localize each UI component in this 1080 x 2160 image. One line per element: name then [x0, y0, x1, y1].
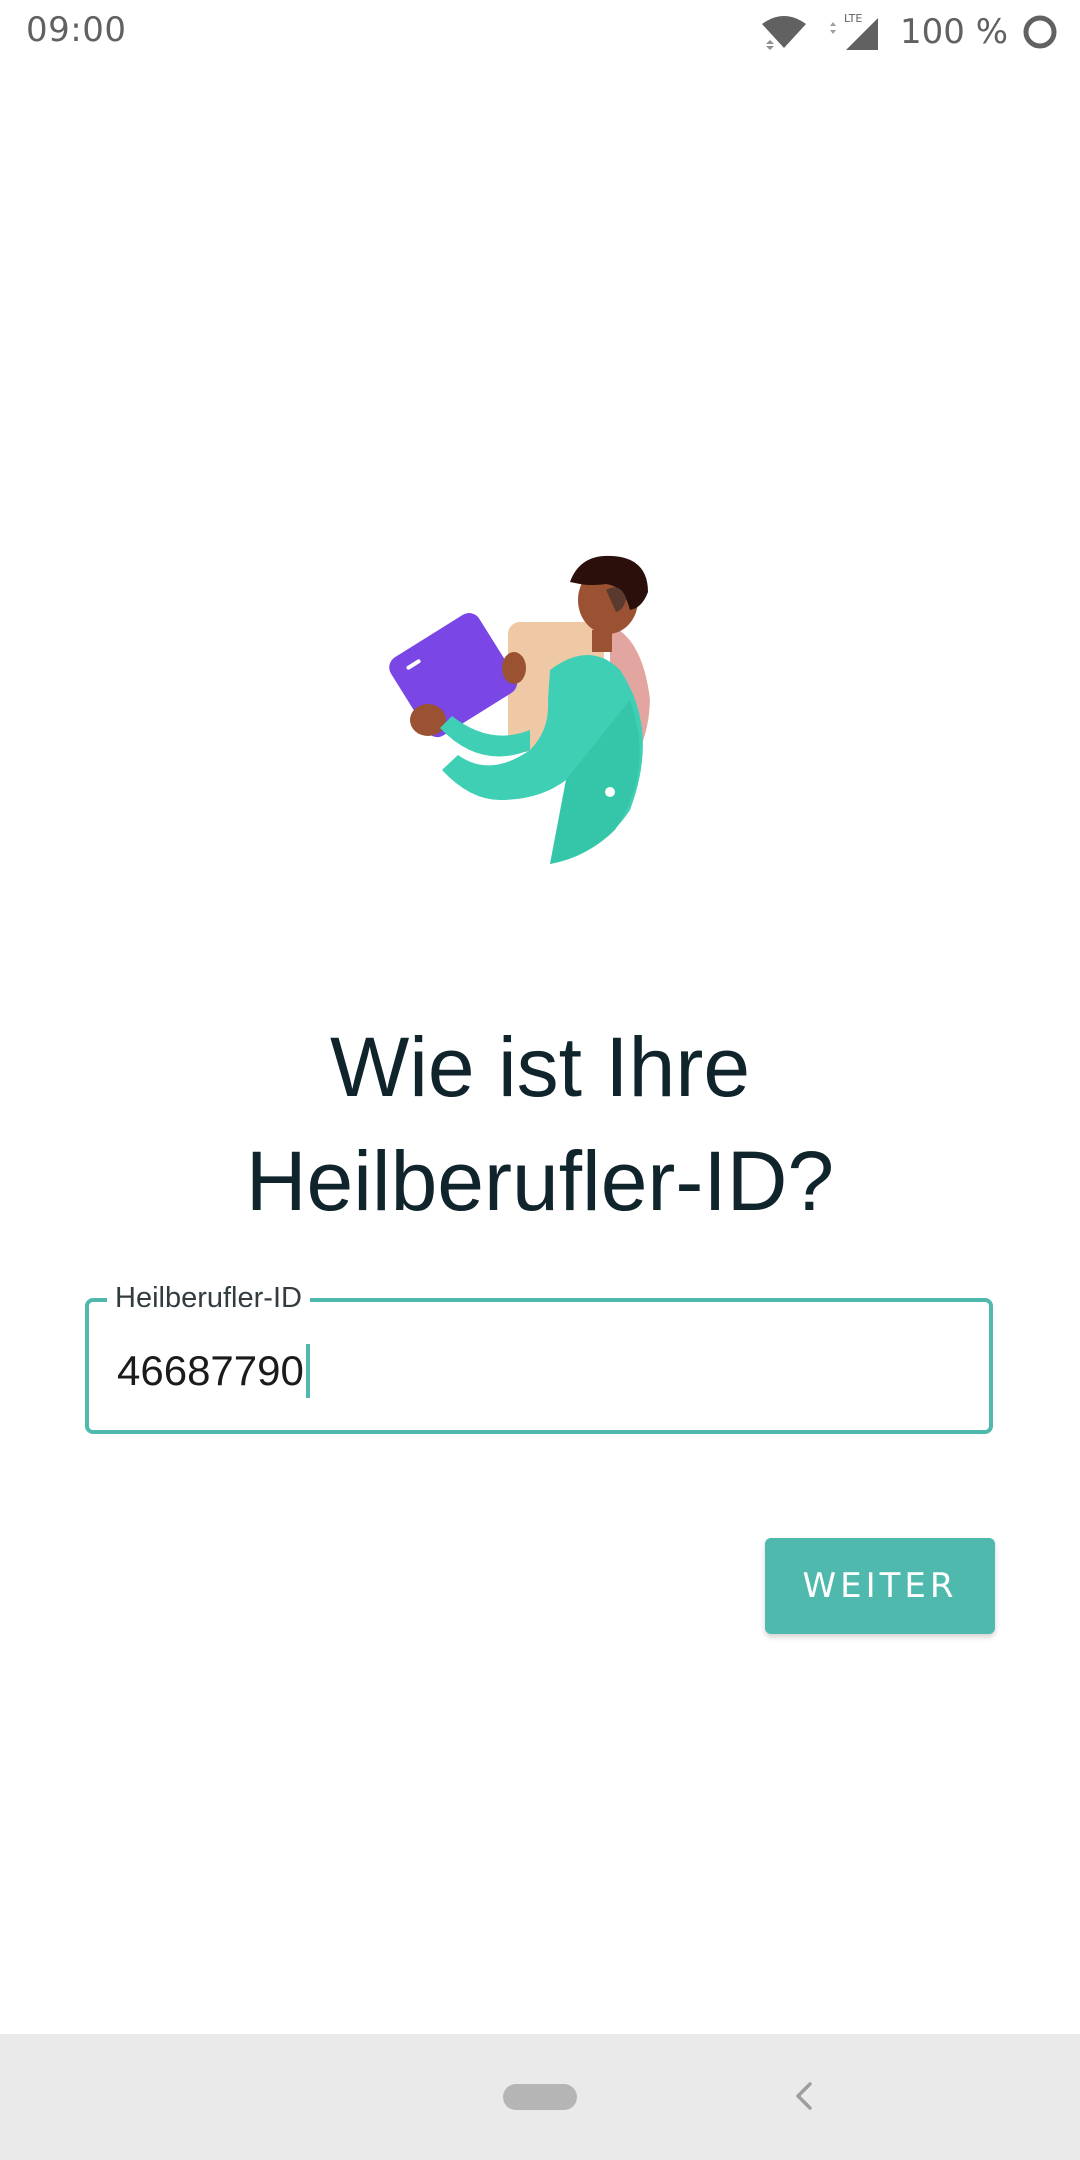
status-time: 09:00 — [26, 10, 127, 50]
battery-icon — [1023, 15, 1057, 49]
battery-percentage: 100 % — [899, 12, 1008, 52]
signal-icon: LTE — [829, 12, 878, 50]
page-title-line-1: Wie ist Ihre — [329, 1020, 751, 1114]
person-holding-tablet-illustration — [389, 555, 650, 864]
wifi-icon — [761, 16, 806, 50]
lte-label: LTE — [844, 12, 862, 25]
heilberufler-id-input[interactable]: 46687790 — [117, 1344, 310, 1398]
navigation-bar — [0, 2034, 1080, 2160]
screen: 09:00 LTE 100 % Wie ist Ihre Heilberufle… — [0, 0, 1080, 2160]
status-icons: LTE 100 % — [760, 12, 1058, 52]
status-bar: 09:00 LTE 100 % — [0, 0, 1080, 64]
back-icon[interactable] — [790, 2078, 820, 2114]
text-cursor — [305, 1344, 310, 1398]
page-title-line-2: Heilberufler-ID? — [245, 1134, 835, 1228]
heilberufler-id-label: Heilberufler-ID — [107, 1282, 310, 1315]
heilberufler-id-field[interactable]: Heilberufler-ID 46687790 — [85, 1282, 993, 1434]
page-title: Wie ist Ihre Heilberufler-ID? — [0, 1010, 1080, 1238]
next-button[interactable]: WEITER — [765, 1538, 995, 1634]
heilberufler-id-value: 46687790 — [117, 1347, 304, 1394]
home-pill-icon[interactable] — [503, 2084, 577, 2110]
